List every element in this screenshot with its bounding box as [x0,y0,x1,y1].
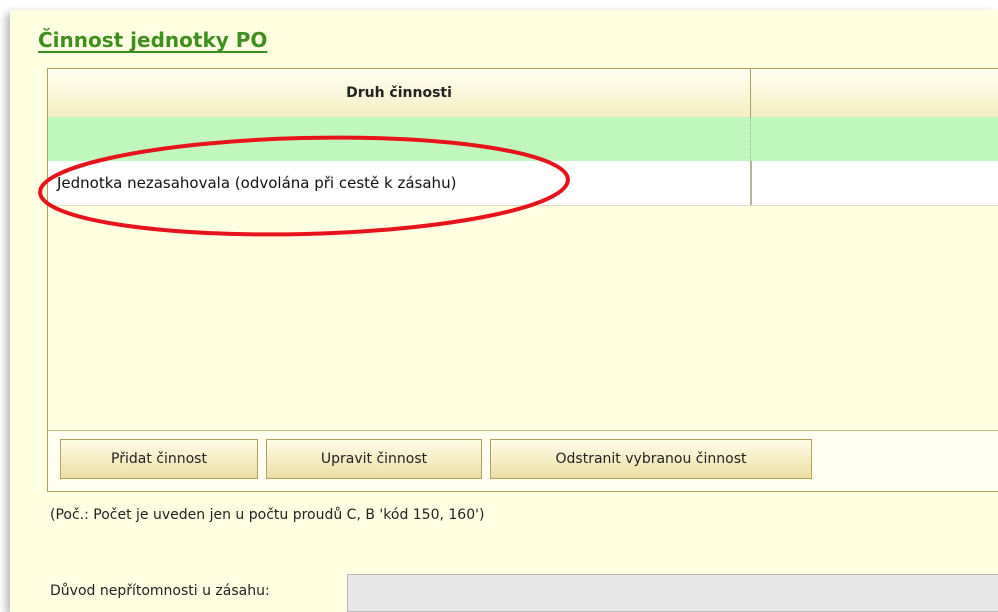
count-note: (Poč.: Počet je uveden jen u počtu proud… [50,507,485,523]
column-header-activity-type[interactable]: Druh činnosti [48,69,751,117]
column-separator [750,117,751,161]
table-cell-activity: Jednotka nezasahovala (odvolána při cest… [57,174,457,192]
grid-header: Druh činnosti [48,69,998,118]
absence-reason-field[interactable] [347,574,998,612]
remove-selected-activity-button[interactable]: Odstranit vybranou činnost [490,439,812,479]
grid-toolbar: Přidat činnost Upravit činnost Odstranit… [48,430,998,491]
activity-grid: Druh činnosti Jednotka nezasahovala (odv… [47,68,998,492]
column-separator [750,161,752,205]
edit-activity-button[interactable]: Upravit činnost [266,439,482,479]
absence-reason-label: Důvod nepřítomnosti u zásahu: [50,583,270,599]
table-row[interactable]: Jednotka nezasahovala (odvolána při cest… [48,161,998,206]
section-title: Činnost jednotky PO [38,28,268,52]
table-row-selected[interactable] [48,117,998,162]
add-activity-button[interactable]: Přidat činnost [60,439,258,479]
